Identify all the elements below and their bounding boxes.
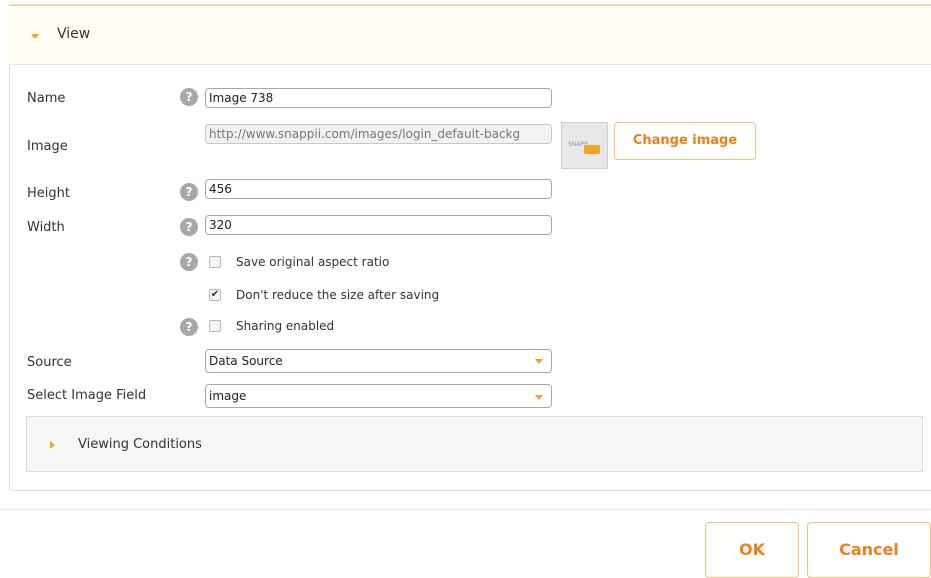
viewing-conditions-title: Viewing Conditions (78, 437, 202, 452)
image-label: Image (27, 139, 68, 154)
dont-reduce-size-label: Don't reduce the size after saving (236, 288, 440, 302)
thumbnail-graphic (584, 145, 600, 154)
view-section-title: View (57, 26, 91, 42)
height-input[interactable]: 456 (205, 179, 552, 199)
name-input[interactable]: Image 738 (205, 88, 552, 108)
help-icon[interactable]: ? (180, 253, 198, 271)
chevron-down-icon (535, 359, 543, 364)
width-input[interactable]: 320 (205, 215, 552, 235)
caret-down-icon (31, 34, 39, 39)
view-section-header[interactable]: View (9, 5, 931, 65)
cancel-button[interactable]: Cancel (807, 522, 931, 578)
chevron-down-icon (535, 395, 543, 400)
image-field-select-value: image (209, 389, 247, 403)
sharing-enabled-label: Sharing enabled (236, 319, 335, 333)
help-icon[interactable]: ? (180, 88, 198, 106)
help-icon[interactable]: ? (180, 218, 198, 236)
save-aspect-ratio-label: Save original aspect ratio (236, 255, 390, 269)
width-label: Width (27, 220, 65, 235)
help-icon[interactable]: ? (180, 183, 198, 201)
ok-button[interactable]: OK (705, 522, 799, 578)
height-label: Height (27, 186, 70, 201)
sharing-enabled-checkbox[interactable] (209, 320, 221, 332)
dont-reduce-size-checkbox[interactable]: ✔ (209, 289, 221, 301)
source-label: Source (27, 355, 72, 370)
image-field-select[interactable]: image (205, 384, 552, 408)
save-aspect-ratio-checkbox[interactable] (209, 256, 221, 268)
source-select-value: Data Source (209, 354, 283, 368)
help-icon[interactable]: ? (180, 318, 198, 336)
footer-divider (0, 509, 931, 510)
select-image-field-label: Select Image Field (27, 388, 147, 403)
viewing-conditions-section[interactable]: Viewing Conditions (26, 416, 923, 472)
image-thumbnail: SNAPP (561, 122, 608, 169)
caret-right-icon (50, 441, 55, 449)
name-label: Name (27, 91, 66, 106)
source-select[interactable]: Data Source (205, 349, 552, 373)
change-image-button[interactable]: Change image (614, 122, 756, 160)
image-url-input[interactable]: http://www.snappii.com/images/login_defa… (205, 124, 552, 144)
